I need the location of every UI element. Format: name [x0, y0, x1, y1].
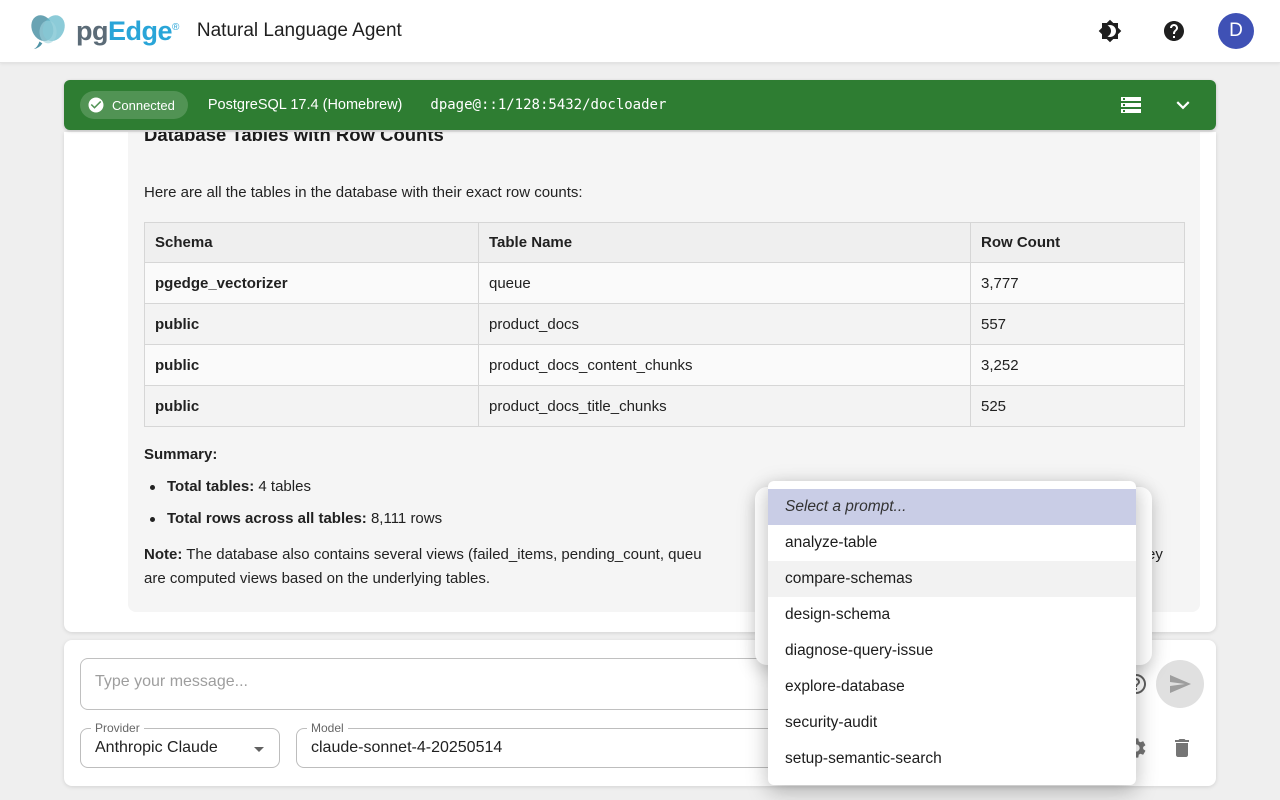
connection-string: dpage@::1/128:5432/docloader [430, 97, 666, 113]
prompt-option-setup-semantic-search[interactable]: setup-semantic-search [768, 741, 1136, 777]
user-avatar[interactable]: D [1218, 13, 1254, 49]
arrow-dropdown-icon [247, 737, 271, 761]
connections-list-button[interactable] [1114, 88, 1148, 122]
send-button[interactable] [1156, 660, 1204, 708]
clear-chat-button[interactable] [1162, 728, 1202, 768]
storage-icon [1119, 93, 1143, 117]
prompt-option-security-audit[interactable]: security-audit [768, 705, 1136, 741]
table-row: public product_docs 557 [145, 304, 1185, 345]
model-value: claude-sonnet-4-20250514 [311, 739, 502, 757]
note-line-1: Note: The database also contains several… [144, 546, 702, 563]
table-header-row: Schema Table Name Row Count [145, 223, 1185, 263]
prompt-option-placeholder[interactable]: Select a prompt... [768, 489, 1136, 525]
message-heading: Database Tables with Row Counts [144, 132, 444, 148]
summary-bullet-total-tables: Total tables: 4 tables [150, 478, 311, 495]
brand-edge: Edge [108, 16, 172, 46]
pgedge-logo-icon [26, 11, 72, 51]
theme-toggle-button[interactable] [1090, 11, 1130, 51]
connection-collapse-button[interactable] [1166, 88, 1200, 122]
table-row: public product_docs_content_chunks 3,252 [145, 345, 1185, 386]
table-row: public product_docs_title_chunks 525 [145, 386, 1185, 427]
dark-mode-icon [1098, 19, 1122, 43]
connection-bar[interactable]: Connected PostgreSQL 17.4 (Homebrew) dpa… [64, 80, 1216, 130]
provider-label: Provider [91, 721, 144, 735]
brand-registered-mark: ® [172, 22, 179, 33]
prompt-option-diagnose-query-issue[interactable]: diagnose-query-issue [768, 633, 1136, 669]
app-header: pgEdge® Natural Language Agent D [0, 0, 1280, 63]
summary-heading: Summary: [144, 446, 217, 463]
summary-bullet-total-rows: Total rows across all tables: 8,111 rows [150, 510, 442, 527]
note-line-2: are computed views based on the underlyi… [144, 570, 490, 587]
prompt-option-design-schema[interactable]: design-schema [768, 597, 1136, 633]
status-badge-label: Connected [112, 98, 175, 113]
page-title: Natural Language Agent [197, 20, 402, 42]
model-label: Model [307, 721, 348, 735]
server-version-label: PostgreSQL 17.4 (Homebrew) [208, 97, 403, 113]
help-button[interactable] [1154, 11, 1194, 51]
brand-pg: pg [76, 16, 108, 46]
check-circle-icon [87, 96, 105, 114]
prompt-option-analyze-table[interactable]: analyze-table [768, 525, 1136, 561]
help-icon [1162, 19, 1186, 43]
column-header-schema: Schema [145, 223, 479, 263]
provider-select[interactable]: Provider Anthropic Claude [80, 728, 280, 768]
prompt-option-explore-database[interactable]: explore-database [768, 669, 1136, 705]
table-row: pgedge_vectorizer queue 3,777 [145, 263, 1185, 304]
send-icon [1168, 672, 1192, 696]
message-intro-text: Here are all the tables in the database … [144, 184, 583, 201]
prompt-option-compare-schemas[interactable]: compare-schemas [768, 561, 1136, 597]
prompt-select-menu: Select a prompt... analyze-table compare… [768, 481, 1136, 785]
row-counts-table: Schema Table Name Row Count pgedge_vecto… [144, 222, 1185, 427]
chevron-down-icon [1170, 92, 1196, 118]
status-badge: Connected [80, 91, 188, 119]
trash-icon [1170, 736, 1194, 760]
pgedge-logo: pgEdge® [26, 11, 179, 51]
column-header-table-name: Table Name [479, 223, 971, 263]
provider-value: Anthropic Claude [95, 739, 218, 757]
column-header-row-count: Row Count [971, 223, 1185, 263]
